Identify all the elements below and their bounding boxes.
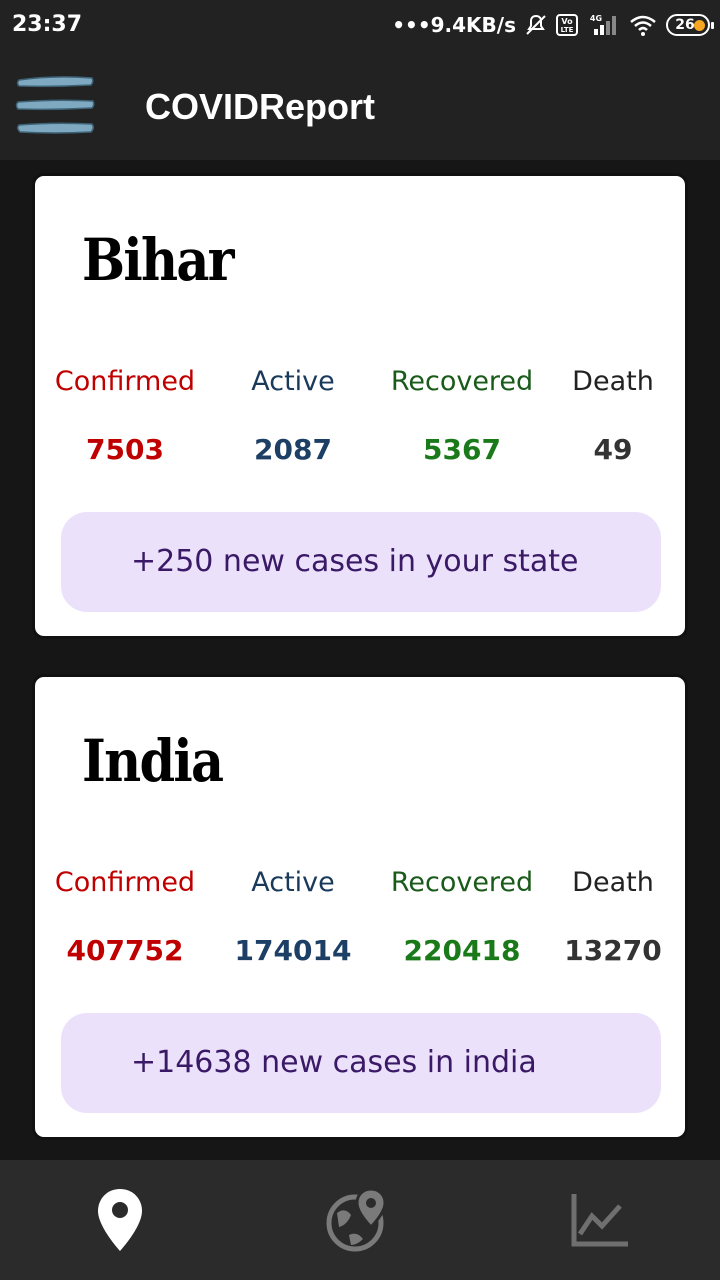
- recovered-label: Recovered: [390, 867, 534, 898]
- country-card: India Confirmed Active Recovered Death 4…: [32, 674, 688, 1140]
- svg-text:4G: 4G: [590, 14, 602, 23]
- network-speed: •••9.4KB/s: [392, 13, 516, 37]
- state-card: Bihar Confirmed Active Recovered Death 7…: [32, 173, 688, 639]
- location-pin-icon: [98, 1189, 142, 1251]
- death-label: Death: [572, 867, 654, 898]
- card-title: Bihar: [82, 226, 235, 294]
- status-icons: •••9.4KB/s Vo LTE 4G 26: [392, 10, 714, 40]
- battery-icon: 26: [666, 14, 714, 36]
- menu-button[interactable]: [14, 72, 98, 142]
- content-area: Bihar Confirmed Active Recovered Death 7…: [0, 160, 720, 1160]
- wifi-icon: [628, 13, 658, 37]
- confirmed-value: 407752: [66, 934, 184, 967]
- card-title: India: [82, 727, 224, 795]
- active-value: 2087: [254, 433, 332, 466]
- svg-text:Vo: Vo: [561, 17, 573, 26]
- bottom-navigation: [0, 1160, 720, 1280]
- hamburger-menu-icon: [15, 76, 95, 134]
- active-value: 174014: [234, 934, 352, 967]
- death-label: Death: [572, 366, 654, 397]
- stats-labels-row: Confirmed Active Recovered Death: [35, 867, 685, 907]
- svg-text:LTE: LTE: [561, 26, 574, 34]
- status-bar: 23:37 •••9.4KB/s Vo LTE 4G 26: [0, 0, 720, 52]
- recovered-value: 220418: [403, 934, 521, 967]
- mute-icon: [524, 13, 548, 37]
- nav-state-tab[interactable]: [80, 1182, 160, 1258]
- app-title: COVIDReport: [145, 86, 376, 127]
- new-cases-notice[interactable]: +14638 new cases in india: [61, 1013, 661, 1113]
- confirmed-value: 7503: [86, 433, 164, 466]
- new-cases-notice[interactable]: +250 new cases in your state: [61, 512, 661, 612]
- death-value: 49: [593, 433, 633, 466]
- volte-icon: Vo LTE: [556, 13, 578, 37]
- trend-chart-icon: [571, 1194, 628, 1247]
- recovered-label: Recovered: [390, 366, 534, 397]
- active-label: Active: [251, 867, 335, 898]
- nav-trend-tab[interactable]: [560, 1182, 640, 1258]
- recovered-value: 5367: [423, 433, 501, 466]
- death-value: 13270: [564, 934, 662, 967]
- stats-values-row: 407752 174014 220418 13270: [35, 934, 685, 974]
- active-label: Active: [251, 366, 335, 397]
- nav-world-tab[interactable]: [320, 1182, 400, 1258]
- stats-values-row: 7503 2087 5367 49: [35, 433, 685, 473]
- status-time: 23:37: [12, 12, 83, 37]
- stats-labels-row: Confirmed Active Recovered Death: [35, 366, 685, 406]
- globe-location-icon: [326, 1187, 387, 1252]
- battery-level: 26: [675, 17, 695, 33]
- app-bar: COVIDReport: [0, 52, 720, 160]
- confirmed-label: Confirmed: [54, 867, 196, 898]
- signal-icon: 4G: [586, 13, 620, 37]
- confirmed-label: Confirmed: [54, 366, 196, 397]
